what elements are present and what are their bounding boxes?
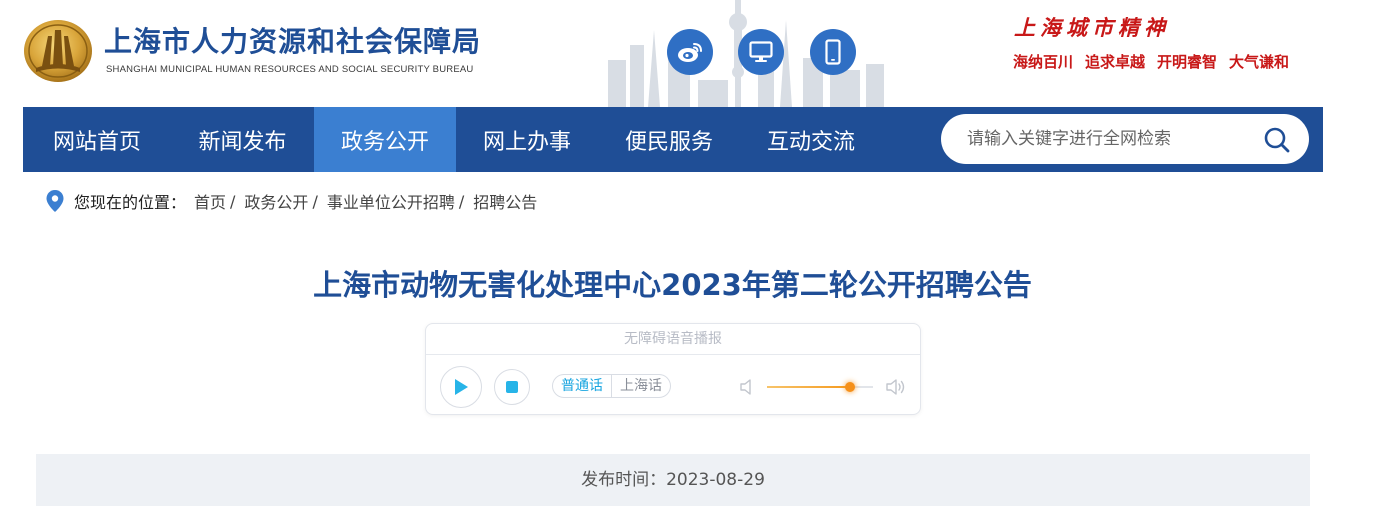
- stop-icon: [506, 381, 518, 393]
- bureau-logo-icon[interactable]: [22, 14, 94, 84]
- weibo-button[interactable]: [667, 29, 713, 75]
- site-title-en: SHANGHAI MUNICIPAL HUMAN RESOURCES AND S…: [106, 64, 474, 75]
- language-mandarin-option[interactable]: 普通话: [553, 375, 611, 397]
- volume-fill: [767, 386, 850, 388]
- player-title: 无障碍语音播报: [426, 324, 920, 355]
- nav-item-news[interactable]: 新闻发布: [171, 107, 314, 172]
- breadcrumb: 您现在的位置： 首页 / 政务公开 / 事业单位公开招聘 / 招聘公告: [46, 189, 537, 213]
- search-input[interactable]: [967, 129, 1257, 149]
- site-header: 上海市人力资源和社会保障局 SHANGHAI MUNICIPAL HUMAN R…: [0, 0, 1391, 107]
- nav-item-home[interactable]: 网站首页: [23, 107, 171, 172]
- mobile-button[interactable]: [810, 29, 856, 75]
- nav-menu: 网站首页 新闻发布 政务公开 网上办事 便民服务 互动交流: [23, 107, 882, 172]
- city-spirit-title: 上海城市精神: [1014, 15, 1170, 40]
- desktop-button[interactable]: [738, 29, 784, 75]
- breadcrumb-separator: /: [312, 191, 318, 211]
- nav-item-online-services[interactable]: 网上办事: [456, 107, 598, 172]
- publish-info-bar: 发布时间：2023-08-29: [36, 454, 1310, 506]
- site-title[interactable]: 上海市人力资源和社会保障局: [104, 20, 481, 60]
- nav-item-public-services[interactable]: 便民服务: [598, 107, 740, 172]
- breadcrumb-recruitment-notice[interactable]: 招聘公告: [473, 189, 537, 213]
- desktop-icon: [749, 41, 773, 62]
- breadcrumb-home[interactable]: 首页: [194, 189, 226, 213]
- city-spirit-item: 追求卓越: [1085, 53, 1146, 71]
- breadcrumb-public-recruitment[interactable]: 事业单位公开招聘: [327, 189, 455, 213]
- city-spirit-item: 大气谦和: [1229, 53, 1290, 71]
- breadcrumb-separator: /: [458, 191, 465, 211]
- weibo-icon: [678, 43, 702, 62]
- language-toggle: 普通话 上海话: [552, 374, 671, 398]
- city-spirit-item: 开明睿智: [1157, 53, 1218, 71]
- volume-slider[interactable]: [767, 382, 873, 392]
- search-box: [941, 114, 1309, 164]
- location-pin-icon: [46, 190, 64, 212]
- city-spirit-list: 海纳百川 追求卓越 开明睿智 大气谦和: [1013, 51, 1289, 72]
- language-shanghainese-option[interactable]: 上海话: [611, 375, 670, 397]
- volume-mute-icon[interactable]: [739, 377, 755, 397]
- breadcrumb-label: 您现在的位置：: [74, 193, 187, 212]
- city-spirit-item: 海纳百川: [1013, 53, 1074, 71]
- breadcrumb-government-affairs[interactable]: 政务公开: [244, 189, 308, 213]
- volume-up-icon[interactable]: [885, 377, 907, 397]
- stop-button[interactable]: [494, 369, 530, 405]
- publish-date: 发布时间：2023-08-29: [581, 470, 765, 490]
- search-icon[interactable]: [1263, 126, 1291, 154]
- audio-player: 无障碍语音播报 普通话 上海话: [425, 323, 921, 415]
- nav-item-interaction[interactable]: 互动交流: [740, 107, 882, 172]
- article-title: 上海市动物无害化处理中心2023年第二轮公开招聘公告: [313, 268, 1032, 302]
- mobile-icon: [825, 39, 841, 65]
- nav-item-government-affairs[interactable]: 政务公开: [314, 107, 456, 172]
- play-icon: [455, 379, 468, 395]
- play-button[interactable]: [440, 366, 482, 408]
- volume-knob[interactable]: [844, 382, 855, 392]
- breadcrumb-separator: /: [230, 191, 236, 211]
- main-nav: 网站首页 新闻发布 政务公开 网上办事 便民服务 互动交流: [23, 107, 1323, 172]
